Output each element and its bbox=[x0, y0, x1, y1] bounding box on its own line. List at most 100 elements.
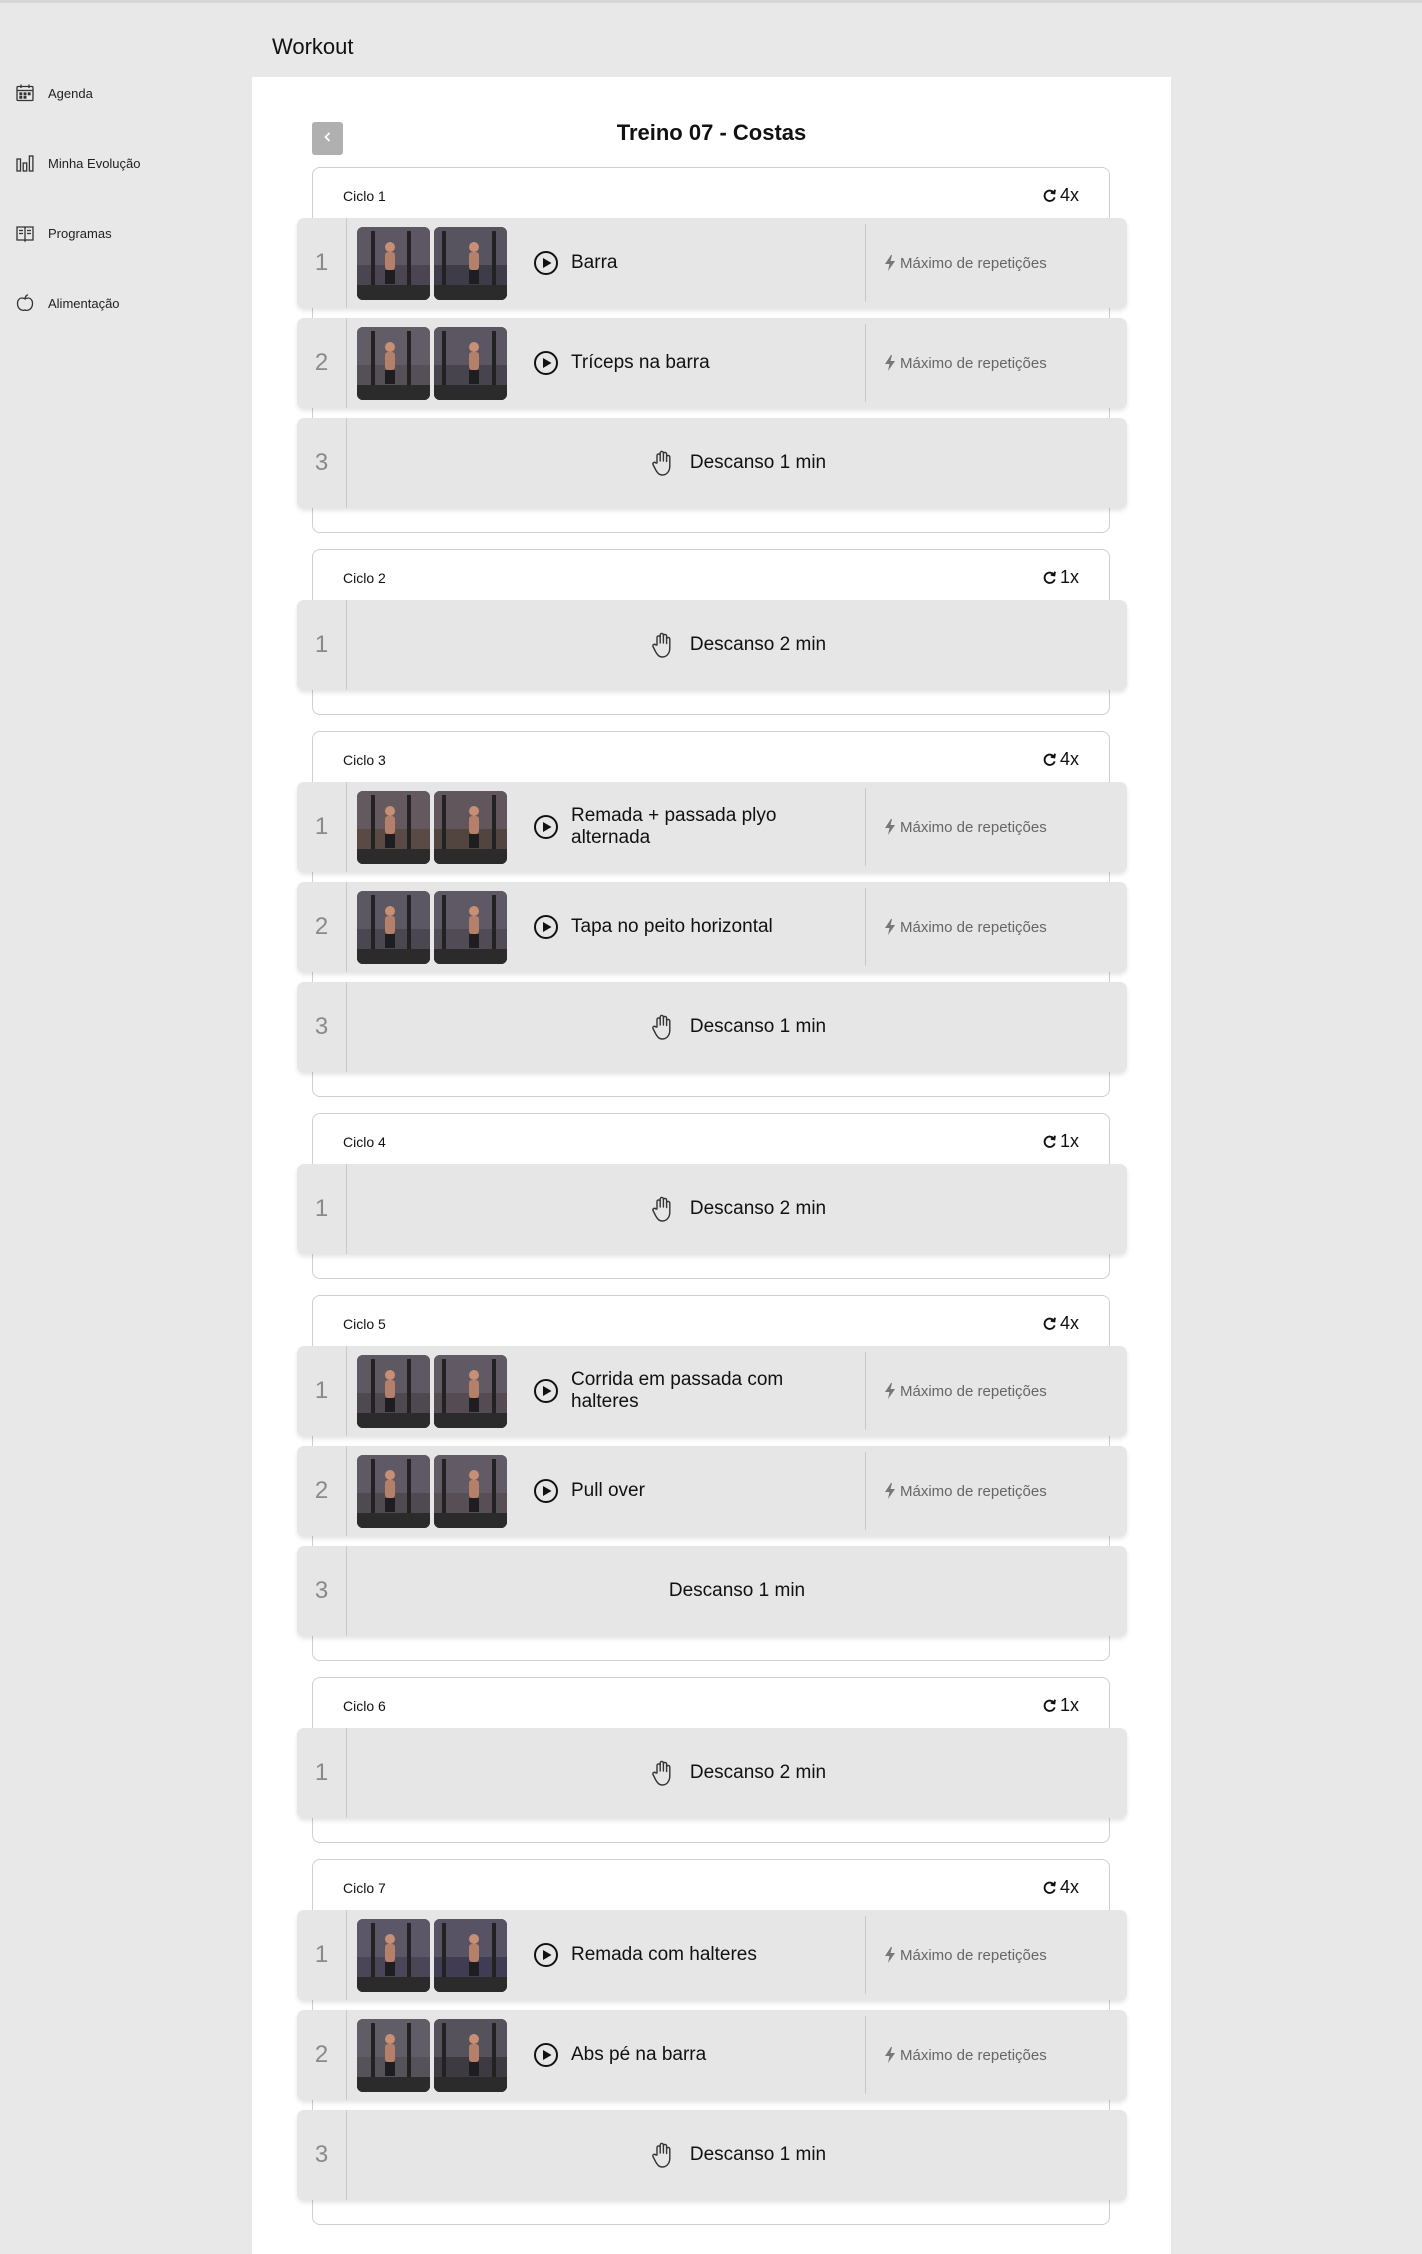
exercise-row[interactable]: 2 bbox=[297, 882, 1127, 972]
exercise-name-link[interactable]: Barra bbox=[533, 250, 853, 276]
exercise-thumbnail[interactable] bbox=[357, 1354, 430, 1428]
exercise-thumbnail[interactable] bbox=[357, 2018, 430, 2092]
hand-stop-icon bbox=[648, 1194, 678, 1224]
row-index: 3 bbox=[297, 418, 347, 508]
exercise-thumbnail[interactable] bbox=[434, 790, 507, 864]
play-circle-icon bbox=[533, 814, 559, 840]
rest-block: Descanso 2 min bbox=[347, 1758, 1127, 1788]
rest-block: Descanso 2 min bbox=[347, 1194, 1127, 1224]
rest-block: Descanso 1 min bbox=[347, 2140, 1127, 2170]
exercise-mode: Máximo de repetições bbox=[865, 1916, 1047, 1994]
exercise-thumbnail[interactable] bbox=[434, 2018, 507, 2092]
exercise-thumbnail[interactable] bbox=[434, 1354, 507, 1428]
exercise-row[interactable]: 2 bbox=[297, 1446, 1127, 1536]
exercise-mode: Máximo de repetições bbox=[865, 1352, 1047, 1430]
exercise-name-link[interactable]: Tríceps na barra bbox=[533, 350, 853, 376]
rest-row: 3 Descanso 1 min bbox=[297, 2110, 1127, 2200]
cycle-card: Ciclo 6 1x 1 Descanso 2 min bbox=[297, 1677, 1127, 1843]
sidebar-item-alimentacao[interactable]: Alimentação bbox=[0, 268, 240, 338]
page-title: Workout bbox=[272, 34, 354, 59]
exercise-thumbnail[interactable] bbox=[357, 1918, 430, 1992]
workout-title: Treino 07 - Costas bbox=[616, 120, 807, 145]
cycle-reps-value: 1x bbox=[1059, 1695, 1079, 1715]
play-circle-icon bbox=[533, 1378, 559, 1404]
cycle-label: Ciclo 1 bbox=[343, 188, 386, 204]
exercise-thumbnail[interactable] bbox=[434, 890, 507, 964]
exercise-name: Pull over bbox=[571, 1480, 645, 1501]
exercise-thumbnails bbox=[357, 326, 507, 400]
row-index: 3 bbox=[297, 1546, 347, 1636]
rest-row: 1 Descanso 2 min bbox=[297, 1164, 1127, 1254]
cycle-repetitions: 4x bbox=[1042, 1313, 1079, 1334]
exercise-mode: Máximo de repetições bbox=[865, 788, 1047, 866]
exercise-name-link[interactable]: Remada com halteres bbox=[533, 1942, 853, 1968]
sidebar-item-minha-evolucao[interactable]: Minha Evolução bbox=[0, 128, 240, 198]
exercise-name-link[interactable]: Tapa no peito horizontal bbox=[533, 914, 853, 940]
exercise-thumbnail[interactable] bbox=[434, 1918, 507, 1992]
cycle-card: Ciclo 7 4x 1 Remada com halteres Máximo … bbox=[297, 1859, 1127, 2225]
cycle-card: Ciclo 4 1x 1 Descanso 2 min bbox=[297, 1113, 1127, 1279]
rest-row: 1 Descanso 2 min bbox=[297, 600, 1127, 690]
exercise-row[interactable]: 2 bbox=[297, 318, 1127, 408]
exercise-name-link[interactable]: Remada + passada plyo alternada bbox=[533, 805, 853, 849]
lightning-icon bbox=[884, 819, 900, 835]
cycle-label: Ciclo 5 bbox=[343, 1316, 386, 1332]
exercise-mode-label: Máximo de repetições bbox=[900, 1946, 1047, 1964]
row-index: 2 bbox=[297, 882, 347, 972]
cycle-list: Ciclo 1 4x 1 Barra Máximo de repetições … bbox=[296, 167, 1127, 2241]
exercise-thumbnail[interactable] bbox=[357, 226, 430, 300]
repeat-icon bbox=[1042, 752, 1057, 767]
exercise-name-link[interactable]: Corrida em passada com halteres bbox=[533, 1369, 853, 1413]
rest-block: Descanso 1 min bbox=[347, 1580, 1127, 1602]
exercise-mode: Máximo de repetições bbox=[865, 224, 1047, 302]
exercise-thumbnail[interactable] bbox=[357, 890, 430, 964]
rest-label: Descanso 2 min bbox=[689, 1198, 827, 1219]
cycle-card: Ciclo 3 4x 1 Remada + passada plyo alter… bbox=[297, 731, 1127, 1097]
exercise-thumbnail[interactable] bbox=[357, 1454, 430, 1528]
cycle-reps-value: 1x bbox=[1059, 567, 1079, 587]
apple-icon bbox=[14, 292, 36, 314]
exercise-name-link[interactable]: Pull over bbox=[533, 1478, 853, 1504]
calendar-icon bbox=[14, 82, 36, 104]
exercise-thumbnail[interactable] bbox=[434, 326, 507, 400]
repeat-icon bbox=[1042, 1880, 1057, 1895]
sidebar: Agenda Minha Evolução Programas Alimenta… bbox=[0, 58, 240, 338]
row-index: 1 bbox=[297, 600, 347, 690]
exercise-name: Abs pé na barra bbox=[571, 2044, 707, 2065]
exercise-row[interactable]: 1 bbox=[297, 218, 1127, 308]
book-icon bbox=[14, 222, 36, 244]
rest-label: Descanso 1 min bbox=[689, 1016, 827, 1037]
repeat-icon bbox=[1042, 188, 1057, 203]
row-index: 3 bbox=[297, 2110, 347, 2200]
exercise-row[interactable]: 1 bbox=[297, 1346, 1127, 1436]
sidebar-item-agenda[interactable]: Agenda bbox=[0, 58, 240, 128]
cycle-label: Ciclo 7 bbox=[343, 1880, 386, 1896]
sidebar-item-label: Programas bbox=[48, 225, 112, 241]
row-index: 1 bbox=[297, 218, 347, 308]
cycle-repetitions: 4x bbox=[1042, 185, 1079, 206]
row-index: 3 bbox=[297, 982, 347, 1072]
exercise-thumbnail[interactable] bbox=[357, 790, 430, 864]
exercise-mode-label: Máximo de repetições bbox=[900, 918, 1047, 936]
sidebar-item-label: Minha Evolução bbox=[48, 155, 141, 171]
cycle-reps-value: 4x bbox=[1059, 185, 1079, 205]
exercise-row[interactable]: 1 bbox=[297, 782, 1127, 872]
cycle-repetitions: 4x bbox=[1042, 749, 1079, 770]
exercise-name: Remada com halteres bbox=[571, 1944, 757, 1965]
exercise-thumbnail[interactable] bbox=[434, 226, 507, 300]
exercise-mode: Máximo de repetições bbox=[865, 2016, 1047, 2094]
exercise-name-link[interactable]: Abs pé na barra bbox=[533, 2042, 853, 2068]
lightning-icon bbox=[884, 255, 900, 271]
exercise-thumbnails bbox=[357, 1354, 507, 1428]
top-border bbox=[0, 0, 1422, 3]
play-circle-icon bbox=[533, 1942, 559, 1968]
exercise-row[interactable]: 1 bbox=[297, 1910, 1127, 2000]
exercise-thumbnail[interactable] bbox=[434, 1454, 507, 1528]
cycle-label: Ciclo 6 bbox=[343, 1698, 386, 1714]
play-circle-icon bbox=[533, 2042, 559, 2068]
exercise-row[interactable]: 2 bbox=[297, 2010, 1127, 2100]
cycle-label: Ciclo 4 bbox=[343, 1134, 386, 1150]
row-index: 1 bbox=[297, 1910, 347, 2000]
sidebar-item-programas[interactable]: Programas bbox=[0, 198, 240, 268]
exercise-thumbnail[interactable] bbox=[357, 326, 430, 400]
